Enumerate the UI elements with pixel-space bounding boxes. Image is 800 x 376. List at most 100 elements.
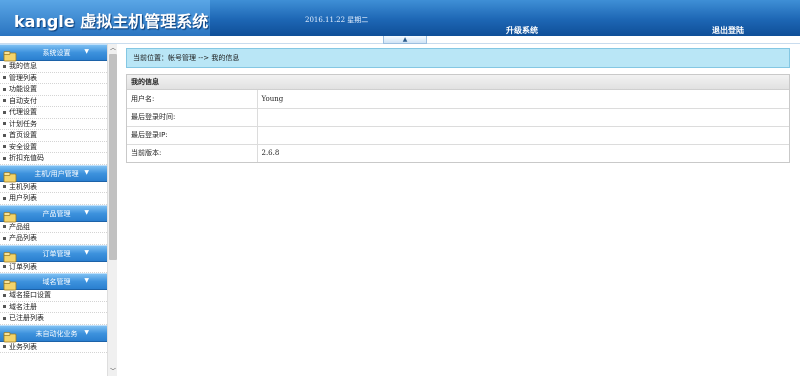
sidebar-item-label: 主机列表 — [9, 182, 37, 191]
collapse-strip: ▲ — [0, 36, 800, 44]
table-row: 最后登录IP: — [127, 126, 789, 145]
app-title: kangle 虚拟主机管理系统 — [14, 12, 209, 31]
sidebar-item-label: 域名注册 — [9, 302, 37, 311]
bullet-icon — [3, 225, 6, 228]
row-label: 当前版本: — [127, 144, 258, 162]
my-info-panel: 我的信息 用户名: Young 最后登录时间: 最后登录IP: 当前版本: 2.6.8 — [126, 74, 790, 163]
sidebar-item[interactable]: 订单列表 — [0, 262, 107, 273]
sidebar-item[interactable]: 产品列表 — [0, 233, 107, 245]
logout-button[interactable]: 退出登陆 — [712, 25, 744, 36]
sidebar-item[interactable]: 自动支付 — [0, 96, 107, 107]
scroll-down-arrow-icon[interactable]: ﹀ — [108, 367, 117, 376]
sidebar-scrollbar[interactable]: ︿ ﹀ — [107, 44, 117, 376]
row-value: 2.6.8 — [261, 149, 280, 158]
sidebar: 系统设置 ▼ 我的信息 管理列表 功能设置 自动支付 代理设置 计划任务 首页设置 安全设置 折扣充… — [0, 44, 117, 376]
sidebar-category-label: 系统设置 — [42, 49, 71, 57]
sidebar-item[interactable]: 折扣充值码 — [0, 153, 107, 165]
bullet-icon — [3, 316, 6, 320]
sidebar-item[interactable]: 产品组 — [0, 222, 107, 233]
scroll-up-arrow-icon[interactable]: ︿ — [108, 44, 117, 53]
sidebar-item[interactable]: 首页设置 — [0, 130, 107, 142]
sidebar-item[interactable]: 计划任务 — [0, 119, 107, 130]
sidebar-item-label: 业务列表 — [9, 342, 37, 351]
sidebar-item-label: 订单列表 — [9, 262, 37, 271]
category-icon — [3, 168, 17, 182]
row-value — [257, 108, 789, 127]
bullet-icon — [3, 99, 6, 102]
sidebar-item-label: 折扣充值码 — [9, 154, 44, 162]
sidebar-item-label: 我的信息 — [9, 62, 37, 70]
bullet-icon — [3, 305, 6, 308]
sidebar-item-label: 用户列表 — [9, 194, 37, 202]
sidebar-item-label: 域名接口设置 — [9, 291, 51, 299]
sidebar-item-label: 安全设置 — [9, 142, 37, 151]
bullet-icon — [3, 196, 6, 200]
sidebar-menu: 系统设置 ▼ 我的信息 管理列表 功能设置 自动支付 代理设置 计划任务 首页设置 安全设置 折扣充… — [0, 44, 107, 353]
sidebar-item[interactable]: 用户列表 — [0, 193, 107, 205]
bullet-icon — [3, 76, 6, 79]
sidebar-category-label: 产品管理 — [42, 209, 71, 218]
bullet-icon — [3, 345, 6, 348]
chevron-down-icon: ▼ — [84, 328, 89, 336]
sidebar-item[interactable]: 安全设置 — [0, 142, 107, 153]
row-label: 最后登录时间: — [127, 108, 258, 127]
sidebar-category[interactable]: 订单管理 ▼ — [0, 244, 107, 262]
sidebar-item-label: 已注册列表 — [9, 314, 44, 322]
bullet-icon — [3, 156, 6, 160]
chevron-down-icon: ▼ — [84, 168, 89, 176]
collapse-header-button[interactable]: ▲ — [383, 36, 427, 44]
sidebar-item-label: 计划任务 — [9, 119, 37, 128]
sidebar-category-label: 主机/用户管理 — [34, 169, 79, 178]
main-content: 当前位置：帐号管理 --> 我的信息 我的信息 用户名: Young 最后登录时间:… — [120, 44, 800, 376]
sidebar-item[interactable]: 主机列表 — [0, 182, 107, 193]
sidebar-item-label: 代理设置 — [9, 108, 37, 116]
table-row: 最后登录时间: — [127, 108, 789, 127]
sidebar-category[interactable]: 系统设置 ▼ — [0, 44, 107, 62]
row-label: 用户名: — [127, 90, 258, 109]
sidebar-item-label: 产品组 — [9, 222, 30, 231]
info-table: 用户名: Young 最后登录时间: 最后登录IP: 当前版本: 2.6.8 — [127, 90, 789, 162]
upgrade-system-button[interactable]: 升级系统 — [506, 25, 538, 36]
chevron-down-icon: ▼ — [84, 208, 89, 216]
category-icon — [3, 47, 17, 62]
panel-title: 我的信息 — [127, 75, 789, 90]
top-header: kangle 虚拟主机管理系统 2016.11.22 星期二 升级系统 退出登陆 — [0, 0, 800, 36]
sidebar-category-label: 未自动化业务 — [35, 329, 78, 338]
chevron-down-icon: ▼ — [84, 248, 89, 256]
category-icon — [3, 248, 17, 262]
sidebar-category[interactable]: 未自动化业务 ▼ — [0, 324, 107, 342]
scrollbar-thumb[interactable] — [109, 54, 117, 260]
row-value — [257, 126, 789, 145]
bullet-icon — [3, 185, 6, 188]
sidebar-item-label: 自动支付 — [9, 96, 37, 105]
row-value: Young — [257, 90, 789, 109]
sidebar-item[interactable]: 域名注册 — [0, 302, 107, 313]
bullet-icon — [3, 110, 6, 114]
sidebar-item-label: 首页设置 — [9, 131, 37, 139]
current-date: 2016.11.22 星期二 — [305, 16, 369, 24]
bullet-icon — [3, 293, 6, 297]
sidebar-item[interactable]: 代理设置 — [0, 107, 107, 119]
category-icon — [3, 328, 17, 342]
sidebar-item-label: 管理列表 — [9, 73, 37, 82]
bullet-icon — [3, 265, 6, 268]
sidebar-item[interactable]: 管理列表 — [0, 73, 107, 84]
sidebar-category[interactable]: 产品管理 ▼ — [0, 204, 107, 222]
table-row: 当前版本: 2.6.8 — [127, 144, 789, 162]
sidebar-item[interactable]: 已注册列表 — [0, 313, 107, 325]
sidebar-item-label: 产品列表 — [9, 234, 37, 242]
bullet-icon — [3, 122, 6, 125]
sidebar-item[interactable]: 功能设置 — [0, 84, 107, 96]
sidebar-category-label: 订单管理 — [42, 249, 71, 258]
category-icon — [3, 276, 17, 291]
sidebar-category[interactable]: 域名管理 ▼ — [0, 273, 107, 291]
bullet-icon — [3, 64, 6, 68]
sidebar-category[interactable]: 主机/用户管理 ▼ — [0, 164, 107, 182]
sidebar-category-label: 域名管理 — [42, 278, 71, 286]
chevron-down-icon: ▼ — [84, 277, 89, 284]
breadcrumb: 当前位置：帐号管理 --> 我的信息 — [126, 48, 790, 68]
sidebar-item-label: 功能设置 — [9, 85, 37, 93]
sidebar-item[interactable]: 我的信息 — [0, 61, 107, 73]
sidebar-item[interactable]: 业务列表 — [0, 342, 107, 353]
sidebar-item[interactable]: 域名接口设置 — [0, 290, 107, 302]
